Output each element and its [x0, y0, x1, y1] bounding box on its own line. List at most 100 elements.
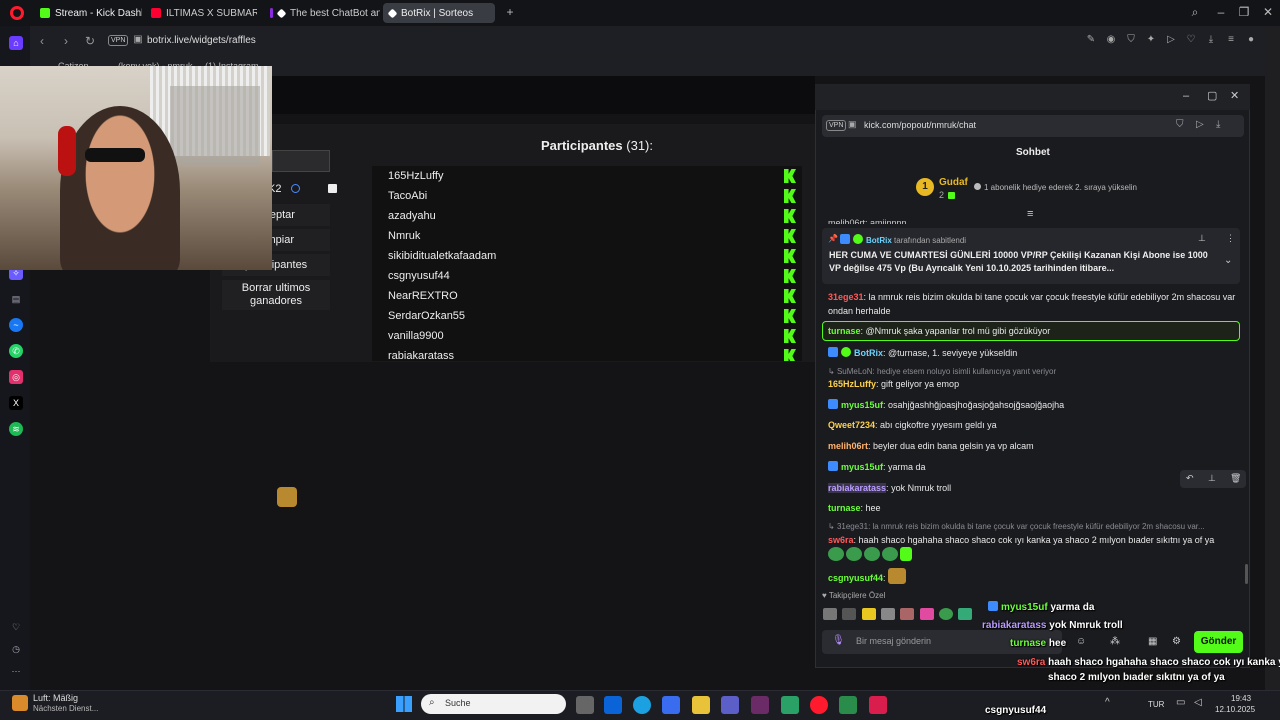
webcam-overlay [0, 66, 272, 270]
gift-icon[interactable]: ▦ [1148, 636, 1157, 647]
clock-date[interactable]: 12.10.2025 [1215, 705, 1255, 714]
chat-username[interactable]: myus15uf [841, 400, 883, 410]
scrollbar-thumb[interactable] [1245, 564, 1248, 584]
chat-username[interactable]: Qweet7234 [828, 420, 875, 430]
instagram-icon[interactable]: ◎ [9, 370, 23, 384]
clock-time[interactable]: 19:43 [1231, 694, 1251, 703]
send-button[interactable]: Gönder [1194, 631, 1243, 653]
opera-icon[interactable] [810, 696, 828, 714]
tray-chevron-icon[interactable]: ^ [1105, 697, 1110, 708]
tab-kick-dashboard[interactable]: Stream - Kick Dashboard [34, 3, 142, 23]
outlook-icon[interactable] [604, 696, 622, 714]
people-icon[interactable]: ⁂ [1110, 636, 1120, 647]
shopping-icon[interactable]: ▤ [9, 292, 23, 306]
emote-icon[interactable] [842, 608, 857, 620]
heart-icon[interactable]: ♡ [1185, 34, 1197, 46]
download-icon[interactable]: ⤓ [1216, 119, 1220, 130]
emote-picker-icon[interactable]: ☺ [1076, 636, 1086, 647]
chat-username[interactable]: 165HzLuffy [828, 379, 876, 389]
minimize-button[interactable]: – [1183, 90, 1189, 102]
edit-icon[interactable]: ✎ [1085, 34, 1097, 46]
settings-icon[interactable]: ⚙ [1172, 636, 1181, 647]
weather-title[interactable]: Luft: Mäßig [33, 693, 78, 703]
url-field[interactable]: botrix.live/widgets/raffles [147, 35, 256, 46]
easy-setup-icon[interactable]: ≡ [1225, 34, 1237, 46]
teams-icon[interactable] [721, 696, 739, 714]
chat-username[interactable]: sw6ra [828, 535, 854, 545]
emote-icon[interactable] [958, 608, 973, 620]
minimize-button[interactable]: – [1213, 5, 1229, 19]
taskbar-search[interactable]: ⌕ Suche [421, 694, 566, 714]
close-icon[interactable]: ✕ [1230, 89, 1239, 102]
maximize-button[interactable]: ❐ [1236, 5, 1252, 19]
more-options-icon[interactable]: ⋮ [1226, 233, 1235, 244]
opera-gx-icon[interactable] [869, 696, 887, 714]
maximize-button[interactable]: ▢ [1207, 89, 1217, 102]
info-icon[interactable] [291, 184, 300, 193]
app-icon[interactable] [781, 696, 799, 714]
emote-icon[interactable] [900, 608, 915, 620]
kick-app-icon[interactable] [839, 696, 857, 714]
more-icon[interactable]: ⋯ [9, 664, 23, 678]
close-window-button[interactable]: ✕ [1260, 5, 1276, 19]
shield-icon[interactable]: ⛉ [1125, 34, 1137, 46]
borrar-ganadores-button[interactable]: Borrar ultimos ganadores [222, 280, 330, 310]
x-twitter-icon[interactable]: X [9, 396, 23, 410]
popout-url[interactable]: kick.com/popout/nmruk/chat [864, 120, 976, 130]
store-icon[interactable] [662, 696, 680, 714]
chat-username[interactable]: BotRix [854, 348, 883, 358]
emote-icon[interactable] [881, 608, 896, 620]
chat-username[interactable]: 31ege31 [828, 292, 864, 302]
whatsapp-icon[interactable]: ✆ [9, 344, 23, 358]
vscode-purple-icon[interactable] [751, 696, 769, 714]
messenger-icon[interactable]: ~ [9, 318, 23, 332]
search-tabs-icon[interactable]: ⌕ [1187, 5, 1203, 20]
pinned-message[interactable]: 📌 BotRix tarafından sabitlendi ⊥ ⋮ HER C… [822, 228, 1240, 284]
profile-icon[interactable]: ● [1245, 34, 1257, 46]
chat-username[interactable]: melih06rt [828, 441, 868, 451]
camera-icon[interactable]: ◉ [1105, 34, 1117, 46]
tab-chatbot[interactable]: The best ChatBot and Wi [264, 3, 380, 23]
tab-botrix-sorteos[interactable]: BotRix | Sorteos [383, 3, 495, 23]
weather-icon[interactable] [12, 695, 28, 711]
download-icon[interactable]: ⤓ [1205, 34, 1217, 46]
chat-username[interactable]: myus15uf [841, 462, 883, 472]
vpn-badge[interactable]: VPN [826, 120, 847, 131]
emote-icon[interactable] [939, 608, 954, 620]
edge-icon[interactable] [633, 696, 651, 714]
network-icon[interactable]: ▭ [1176, 697, 1185, 708]
checkbox[interactable] [328, 184, 337, 193]
shield-icon[interactable]: ⛉ [1176, 119, 1184, 130]
raffle-input[interactable] [272, 150, 330, 172]
history-icon[interactable]: ◷ [9, 642, 23, 656]
chat-username[interactable]: turnase [828, 503, 861, 513]
emote-icon[interactable] [861, 608, 876, 620]
spotify-icon[interactable]: ≋ [9, 422, 23, 436]
task-view-icon[interactable] [576, 696, 594, 714]
emote-icon[interactable] [823, 608, 837, 620]
leader-name[interactable]: Gudaf [939, 177, 968, 188]
vpn-badge[interactable]: VPN [108, 35, 129, 46]
heart-icon[interactable]: ♡ [9, 620, 23, 634]
emote-icon[interactable] [919, 608, 934, 620]
pin-button[interactable]: ⊥ [1198, 233, 1206, 244]
chevron-down-icon[interactable]: ⌄ [1224, 255, 1232, 266]
microphone-icon[interactable]: 🎙 [832, 635, 845, 646]
windows-start-icon[interactable] [396, 696, 412, 712]
language-indicator[interactable]: TUR [1148, 700, 1164, 709]
opera-logo-icon[interactable] [10, 6, 24, 20]
file-explorer-icon[interactable] [692, 696, 710, 714]
volume-icon[interactable]: ◁ [1194, 697, 1202, 708]
player-icon[interactable]: ▷ [1165, 34, 1177, 46]
back-icon[interactable]: ‹ [40, 34, 44, 48]
chat-username[interactable]: turnase [828, 326, 861, 336]
reload-icon[interactable]: ↻ [85, 34, 95, 48]
new-tab-button[interactable]: + [502, 5, 518, 19]
chat-username[interactable]: rabiakaratass [828, 483, 887, 493]
chat-username[interactable]: csgnyusuf44 [828, 573, 883, 583]
extensions-icon[interactable]: ✦ [1145, 34, 1157, 46]
forward-icon[interactable]: › [64, 34, 68, 48]
home-icon[interactable]: ⌂ [9, 36, 23, 50]
player-icon[interactable]: ▷ [1196, 119, 1204, 130]
tab-youtube[interactable]: ILTIMAS X SUBMARIN [145, 3, 257, 23]
